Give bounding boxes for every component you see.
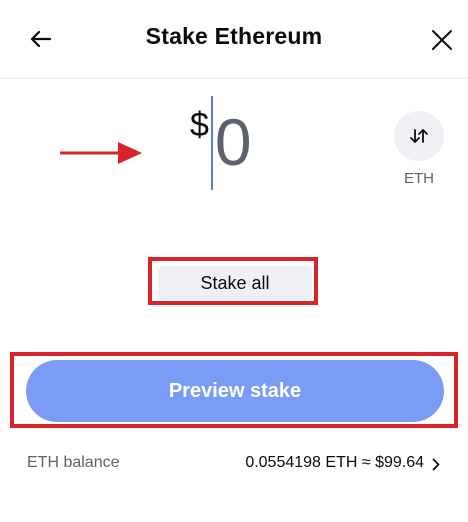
amount-input[interactable]: $ 0: [190, 96, 252, 196]
balance-value: 0.0554198 ETH ≈ $99.64: [245, 454, 424, 471]
balance-row[interactable]: ETH balance 0.0554198 ETH ≈ $99.64: [0, 448, 468, 478]
amount-value: 0: [214, 105, 252, 179]
close-icon: [432, 30, 452, 50]
currency-symbol: $: [190, 106, 209, 144]
balance-label: ETH balance: [27, 454, 120, 471]
unit-label: ETH: [404, 170, 434, 187]
close-button[interactable]: [424, 22, 460, 58]
header: Stake Ethereum: [0, 0, 468, 78]
unit-toggle-button[interactable]: [394, 111, 444, 161]
annotation-arrow-icon: [60, 142, 142, 164]
stake-ethereum-screen: Stake Ethereum $ 0 ETH Stake all Preview…: [0, 0, 468, 522]
preview-stake-button[interactable]: Preview stake: [26, 360, 444, 422]
swap-vertical-icon: [410, 129, 428, 143]
text-caret: [210, 96, 213, 190]
chevron-right-icon: [430, 456, 442, 472]
stake-all-button[interactable]: Stake all: [158, 266, 312, 300]
page-title: Stake Ethereum: [145, 23, 323, 49]
header-divider: [0, 77, 468, 79]
